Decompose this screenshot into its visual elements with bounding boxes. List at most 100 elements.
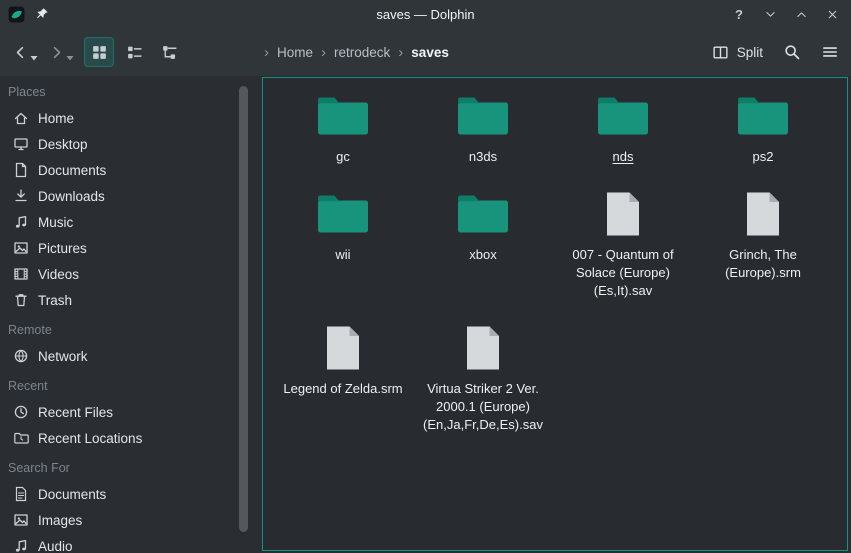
back-button[interactable] xyxy=(10,37,40,67)
folder-item-ps2[interactable]: ps2 xyxy=(694,90,832,166)
folder-icon xyxy=(315,90,371,142)
places-section-remote: RemoteNetwork xyxy=(0,317,236,369)
back-icon xyxy=(12,44,29,61)
help-button[interactable]: ? xyxy=(732,7,746,21)
search-audio-icon xyxy=(13,538,29,553)
minimize-button[interactable] xyxy=(763,7,777,21)
search-documents-icon xyxy=(13,486,29,502)
file-item-007-quantum-of-solace-europe-es-it-sav[interactable]: 007 - Quantum of Solace (Europe) (Es,It)… xyxy=(554,188,692,300)
sidebar-item-desktop[interactable]: Desktop xyxy=(0,131,236,157)
file-item-virtua-striker-2-ver-2000-1-europe-en-ja-fr-de-es-sav[interactable]: Virtua Striker 2 Ver. 2000.1 (Europe) (E… xyxy=(414,322,552,434)
file-icon xyxy=(323,322,363,374)
file-icon xyxy=(603,188,643,240)
sidebar-item-label: Documents xyxy=(38,487,106,502)
item-label: ps2 xyxy=(753,148,774,166)
pin-icon[interactable] xyxy=(35,7,49,21)
sidebar-item-label: Network xyxy=(38,349,88,364)
trash-icon xyxy=(13,292,29,308)
video-icon xyxy=(13,266,29,282)
sidebar-item-label: Documents xyxy=(38,163,106,178)
sidebar-item-label: Videos xyxy=(38,267,79,282)
file-item-grinch-the-europe-srm[interactable]: Grinch, The (Europe).srm xyxy=(694,188,832,300)
scrollbar-thumb[interactable] xyxy=(239,86,248,532)
split-icon xyxy=(712,44,729,61)
folder-icon xyxy=(455,188,511,240)
download-icon xyxy=(13,188,29,204)
file-icon xyxy=(743,188,783,240)
sidebar-item-label: Home xyxy=(38,111,74,126)
toolbar: ›Home›retrodeck›saves Split xyxy=(0,28,851,76)
dolphin-window: saves — Dolphin ? xyxy=(0,0,851,553)
sidebar-item-videos[interactable]: Videos xyxy=(0,261,236,287)
item-label: nds xyxy=(613,148,634,166)
titlebar[interactable]: saves — Dolphin ? xyxy=(0,0,851,28)
document-icon xyxy=(13,162,29,178)
breadcrumb-separator-icon: › xyxy=(321,45,326,60)
split-label: Split xyxy=(737,45,763,60)
breadcrumb-item-home[interactable]: Home xyxy=(277,45,313,60)
places-section-search-for: Search For Documents Images Audio xyxy=(0,455,236,553)
breadcrumb-item-retrodeck[interactable]: retrodeck xyxy=(334,45,390,60)
folder-icon xyxy=(735,90,791,142)
folder-view[interactable]: gcn3ds nds ps2 wiixbox007 - Quantum of Sola… xyxy=(262,77,848,551)
file-grid: gcn3ds nds ps2 wiixbox007 - Quantum of Sola… xyxy=(263,78,847,434)
places-section-places: Places Home Desktop Documents DownloadsMusic… xyxy=(0,79,236,313)
view-mode-buttons xyxy=(84,37,184,67)
sidebar-item-audio[interactable]: Audio xyxy=(0,533,236,553)
recent-files-icon xyxy=(13,404,29,420)
navigation-buttons xyxy=(10,37,76,67)
sidebar-item-music[interactable]: Music xyxy=(0,209,236,235)
tree-view-icon xyxy=(161,44,178,61)
window-title: saves — Dolphin xyxy=(0,7,851,22)
titlebar-left xyxy=(0,6,49,23)
search-button[interactable] xyxy=(783,43,801,61)
folder-item-nds[interactable]: nds xyxy=(554,90,692,166)
sidebar-item-documents[interactable]: Documents xyxy=(0,481,236,507)
sidebar-item-recent-locations[interactable]: Recent Locations xyxy=(0,425,236,451)
sidebar-item-network[interactable]: Network xyxy=(0,343,236,369)
sidebar-item-home[interactable]: Home xyxy=(0,105,236,131)
breadcrumb: ›Home›retrodeck›saves xyxy=(264,28,449,76)
details-view-button[interactable] xyxy=(119,37,149,67)
item-label: Legend of Zelda.srm xyxy=(283,380,402,398)
folder-item-gc[interactable]: gc xyxy=(274,90,412,166)
section-title: Recent xyxy=(0,373,236,399)
sidebar-item-documents[interactable]: Documents xyxy=(0,157,236,183)
tree-view-button[interactable] xyxy=(154,37,184,67)
close-button[interactable] xyxy=(825,7,839,21)
section-title: Places xyxy=(0,79,236,105)
sidebar-item-recent-files[interactable]: Recent Files xyxy=(0,399,236,425)
maximize-button[interactable] xyxy=(794,7,808,21)
sidebar-item-trash[interactable]: Trash xyxy=(0,287,236,313)
recent-locations-icon xyxy=(13,430,29,446)
details-view-icon xyxy=(126,44,143,61)
file-item-legend-of-zelda-srm[interactable]: Legend of Zelda.srm xyxy=(274,322,412,434)
back-history-caret-icon[interactable] xyxy=(29,43,38,61)
file-icon xyxy=(463,322,503,374)
forward-history-caret-icon[interactable] xyxy=(65,43,74,61)
icons-view-button[interactable] xyxy=(84,37,114,67)
forward-icon xyxy=(48,44,65,61)
breadcrumb-current[interactable]: saves xyxy=(411,45,449,60)
sidebar-item-images[interactable]: Images xyxy=(0,507,236,533)
image-icon xyxy=(13,240,29,256)
folder-icon xyxy=(315,188,371,240)
sidebar-scrollbar[interactable] xyxy=(239,86,248,532)
places-section-recent: RecentRecent FilesRecent Locations xyxy=(0,373,236,451)
folder-item-xbox[interactable]: xbox xyxy=(414,188,552,300)
folder-item-wii[interactable]: wii xyxy=(274,188,412,300)
folder-item-n3ds[interactable]: n3ds xyxy=(414,90,552,166)
folder-icon xyxy=(455,90,511,142)
places-panel: Places Home Desktop Documents DownloadsMusic… xyxy=(0,79,236,553)
sidebar-item-pictures[interactable]: Pictures xyxy=(0,235,236,261)
menu-button[interactable] xyxy=(821,43,839,61)
sidebar-item-label: Trash xyxy=(38,293,72,308)
sidebar-item-label: Images xyxy=(38,513,82,528)
forward-button[interactable] xyxy=(46,37,76,67)
section-title: Search For xyxy=(0,455,236,481)
item-label: Grinch, The (Europe).srm xyxy=(698,246,828,282)
search-images-icon xyxy=(13,512,29,528)
split-button[interactable]: Split xyxy=(712,44,763,61)
item-label: Virtua Striker 2 Ver. 2000.1 (Europe) (E… xyxy=(418,380,548,434)
sidebar-item-downloads[interactable]: Downloads xyxy=(0,183,236,209)
